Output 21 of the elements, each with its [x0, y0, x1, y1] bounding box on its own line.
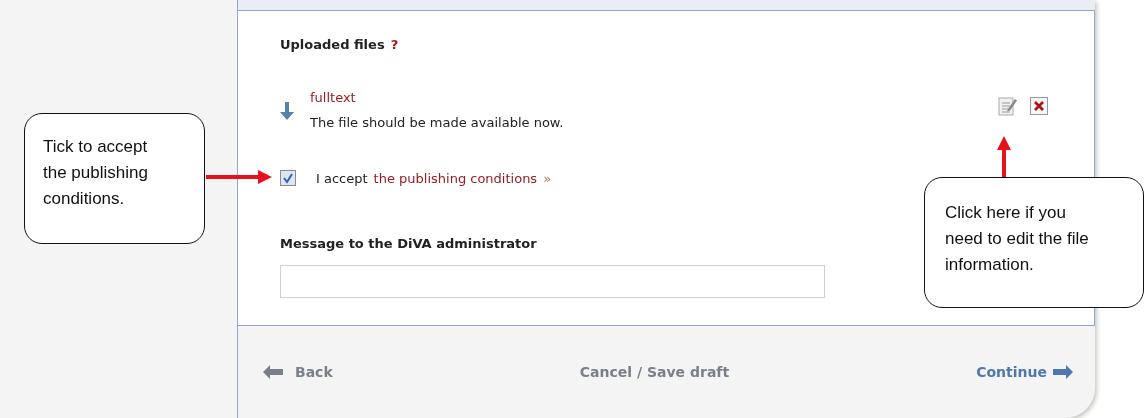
delete-icon[interactable] [1030, 97, 1048, 115]
conditions-link[interactable]: the publishing conditions [373, 170, 538, 186]
download-arrow-icon[interactable] [280, 102, 294, 120]
edit-icon[interactable] [998, 96, 1018, 116]
field-label: Message to the DiVA administrator [280, 236, 537, 251]
callout-note: Click here if you need to edit the file information. [924, 177, 1144, 308]
chevron-mark: » [543, 170, 552, 186]
accept-label: I accept [316, 170, 368, 186]
continue-button[interactable]: Continue [976, 364, 1073, 380]
file-link[interactable]: fulltext [310, 90, 356, 105]
file-note: The file should be made available now. [310, 115, 564, 130]
left-arrow-icon [263, 365, 283, 379]
pointer-arrow [206, 170, 272, 184]
section-title: Uploaded files [280, 37, 385, 52]
back-button[interactable]: Back [263, 364, 333, 380]
message-field[interactable] [280, 265, 825, 298]
accept-checkbox[interactable] [280, 170, 296, 186]
help-link[interactable]: ? [390, 37, 399, 52]
right-arrow-icon [1053, 365, 1073, 379]
cancel-save-draft-button[interactable]: Cancel / Save draft [579, 364, 730, 380]
callout-note: Tick to accept the publishing conditions. [24, 113, 205, 244]
